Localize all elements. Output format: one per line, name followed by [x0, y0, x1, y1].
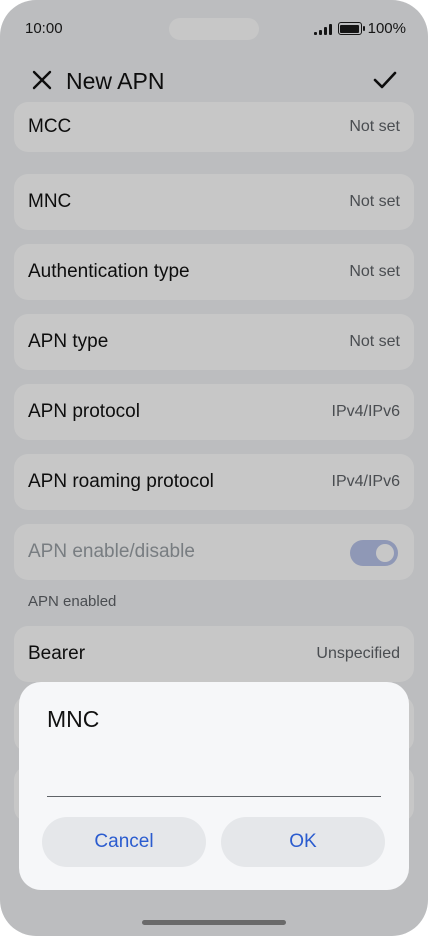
phone-screen: 10:00 100% New APN MCC Not set MNC Not s… — [0, 0, 428, 936]
mnc-dialog: MNC Cancel OK — [19, 682, 409, 890]
mnc-input[interactable] — [47, 758, 381, 797]
home-indicator[interactable] — [142, 920, 286, 925]
ok-button[interactable]: OK — [221, 817, 385, 867]
cancel-button[interactable]: Cancel — [42, 817, 206, 867]
dialog-title: MNC — [47, 706, 100, 732]
